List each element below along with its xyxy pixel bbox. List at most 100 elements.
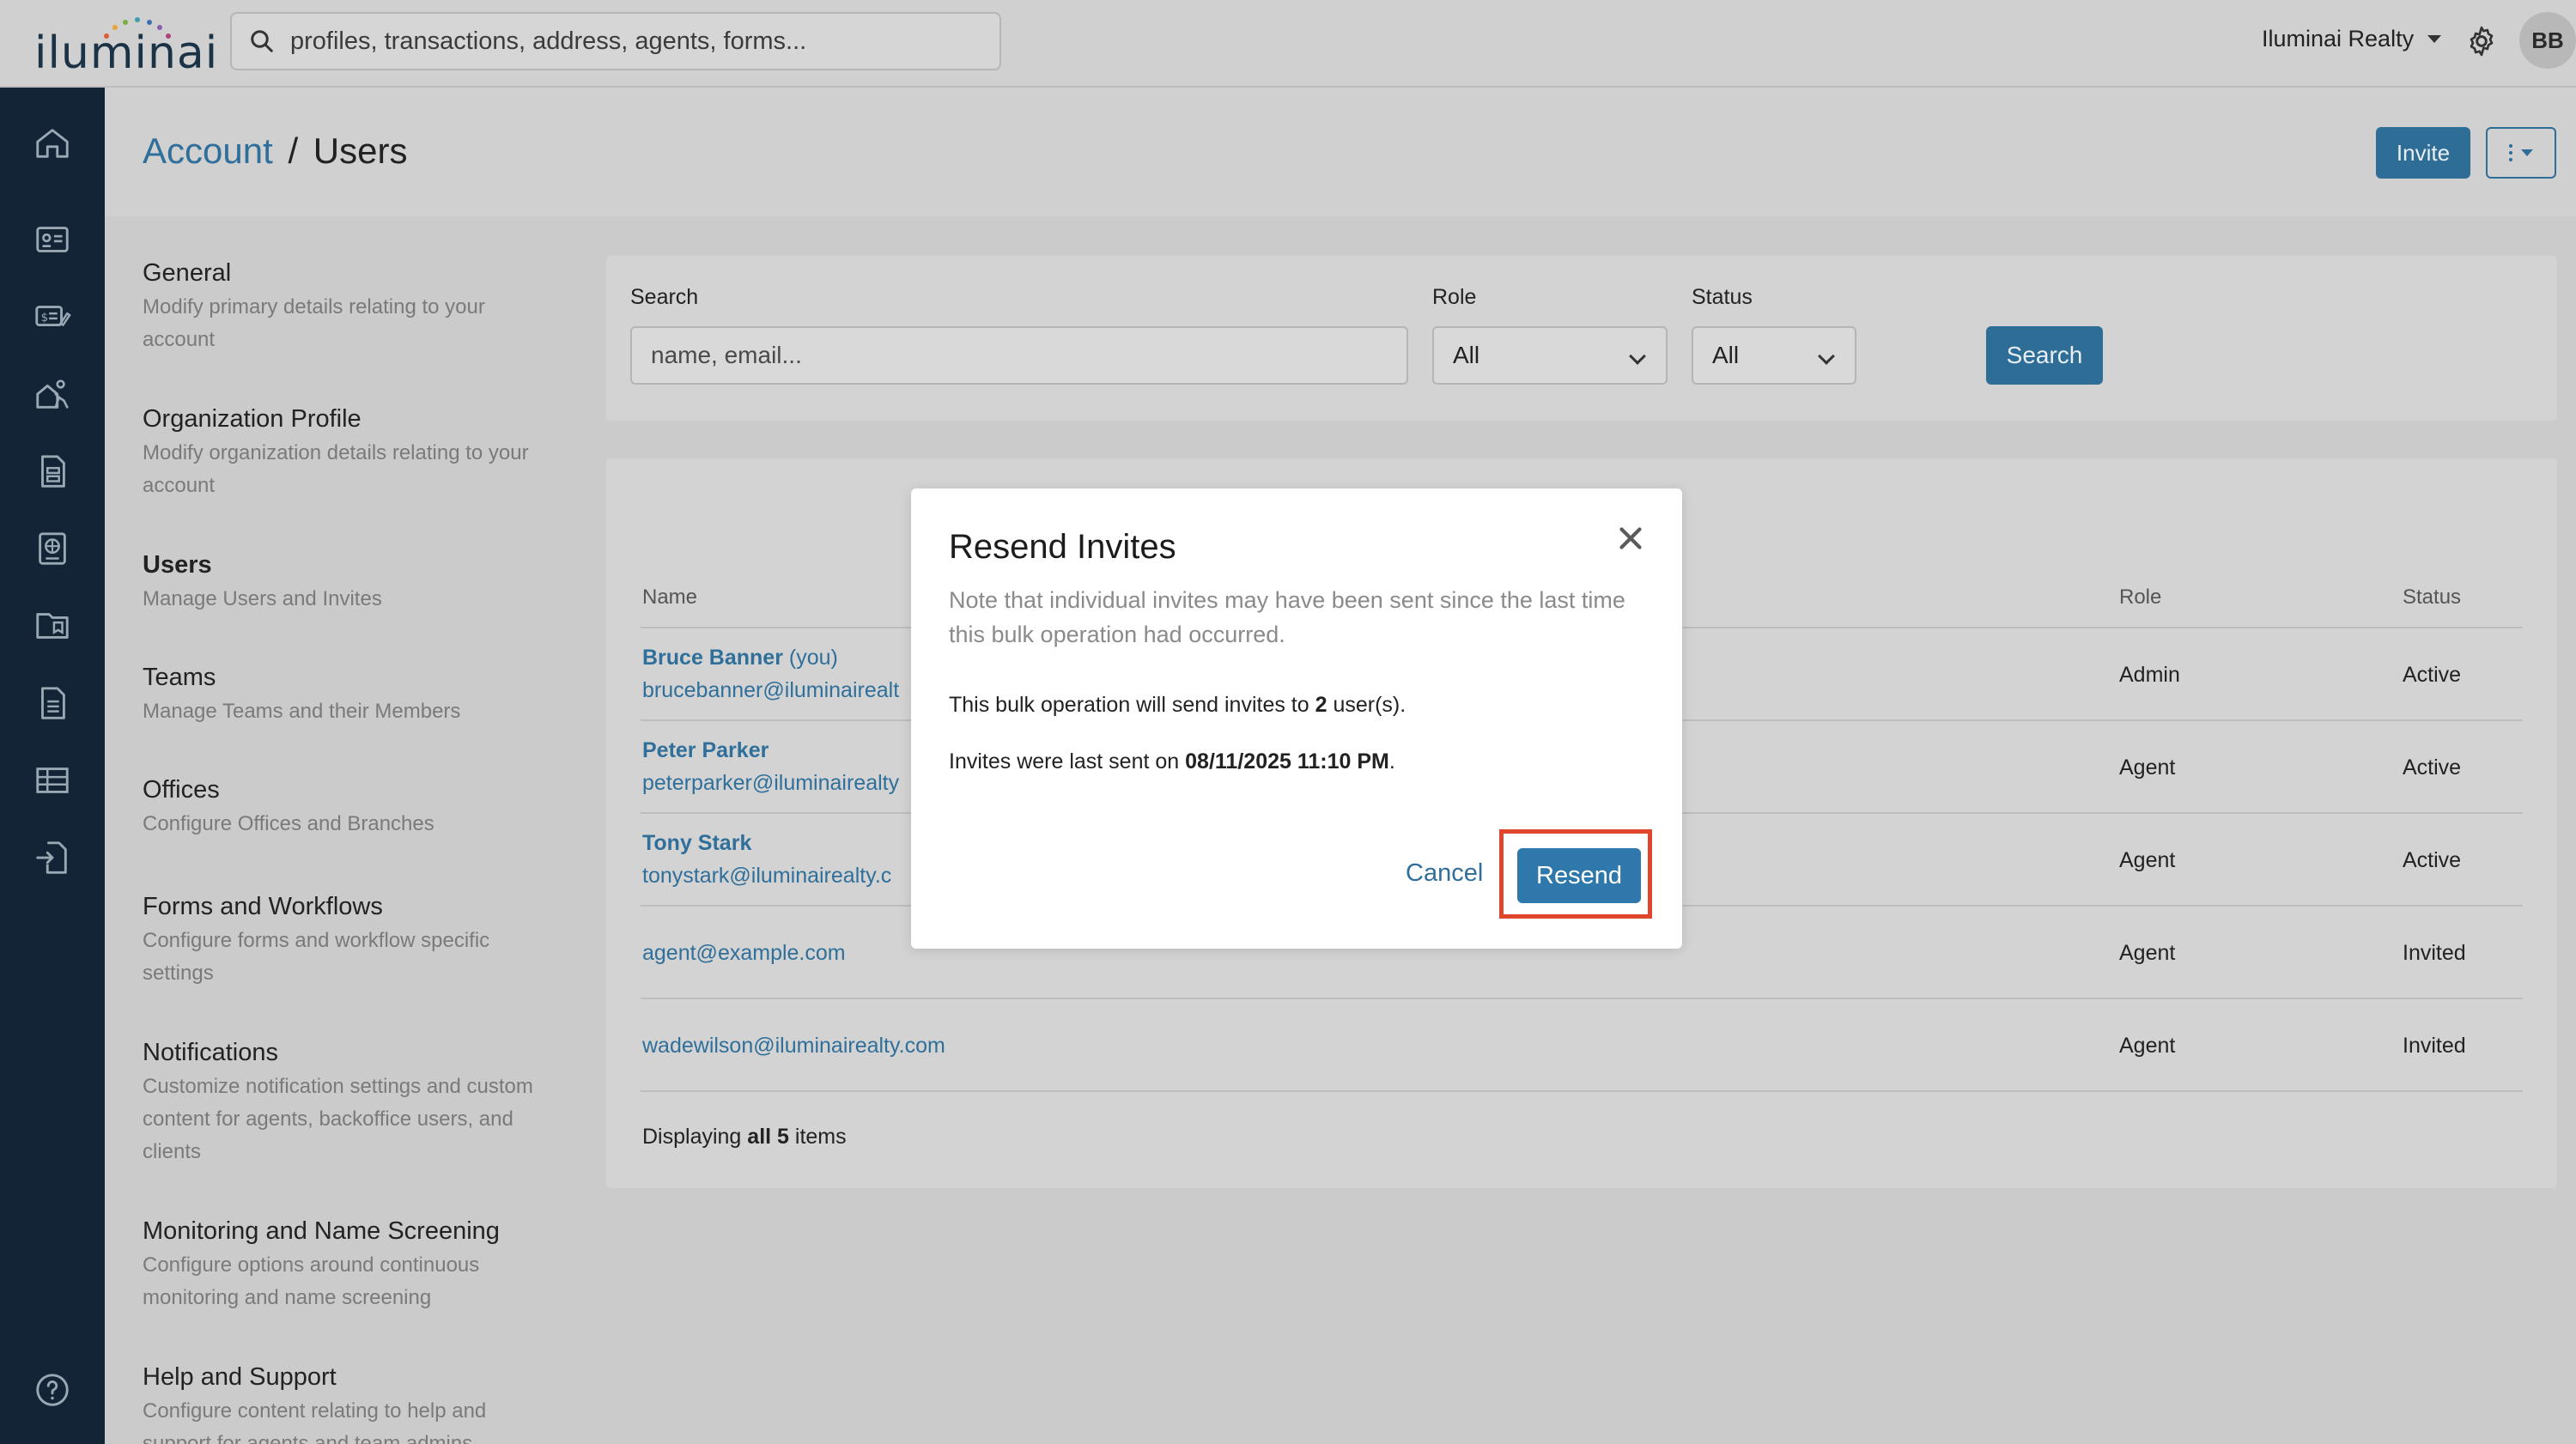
item-count-suffix: items [794, 1125, 847, 1149]
settings-nav-general[interactable]: General Modify primary details relating … [143, 259, 641, 356]
status-select[interactable]: All [1692, 326, 1856, 385]
resend-invites-modal: Resend Invites Note that individual invi… [911, 488, 1682, 949]
modal-invite-count: 2 [1315, 693, 1327, 717]
column-header-name[interactable]: Name [642, 585, 697, 610]
modal-last-sent-text: Invites were last sent on 08/11/2025 11:… [949, 749, 1395, 774]
user-search-placeholder: name, email... [651, 342, 802, 368]
left-nav-rail: $ [0, 88, 105, 1444]
nav-forms[interactable] [33, 452, 72, 491]
settings-nav-desc: Manage Teams and their Members [143, 700, 461, 723]
user-avatar[interactable]: BB [2519, 12, 2576, 69]
item-count: Displaying all 5 items [642, 1125, 847, 1150]
nav-home[interactable] [33, 124, 72, 163]
settings-nav-title: Forms and Workflows [143, 893, 383, 920]
breadcrumb: Account / Users [143, 130, 407, 172]
user-name: Tony Stark [642, 831, 752, 855]
status-select-value: All [1712, 342, 1740, 368]
nav-library[interactable] [33, 606, 72, 646]
column-header-role[interactable]: Role [2119, 585, 2161, 610]
settings-nav-desc: Manage Users and Invites [143, 587, 382, 610]
user-name-link[interactable]: Peter Parker [642, 738, 769, 763]
contact-card-icon [36, 227, 69, 252]
nav-documents[interactable] [33, 683, 72, 723]
user-email-link[interactable]: peterparker@iluminairealty [642, 771, 908, 796]
user-status: Active [2403, 755, 2462, 780]
role-label: Role [1432, 285, 1477, 309]
caret-down-icon [2521, 149, 2533, 156]
user-email-link[interactable]: wadewilson@iluminairealty.com [642, 1034, 1157, 1059]
modal-p2-suffix: . [1388, 749, 1395, 774]
breadcrumb-account-link[interactable]: Account [143, 130, 273, 171]
resend-button[interactable]: Resend [1517, 848, 1641, 903]
settings-nav-desc: Configure Offices and Branches [143, 812, 434, 835]
search-button[interactable]: Search [1986, 326, 2103, 385]
modal-invite-count-text: This bulk operation will send invites to… [949, 693, 1406, 718]
settings-nav-monitoring[interactable]: Monitoring and Name Screening Configure … [143, 1217, 641, 1314]
user-name: Peter Parker [642, 738, 769, 762]
nav-help[interactable] [33, 1370, 72, 1410]
column-header-status[interactable]: Status [2403, 585, 2461, 610]
settings-nav-title: Help and Support [143, 1363, 337, 1391]
search-label: Search [630, 285, 699, 309]
user-filter-card: Search name, email... Role All Status Al… [606, 256, 2557, 421]
nav-listings[interactable] [33, 529, 72, 568]
user-role: Agent [2119, 848, 2176, 872]
search-icon [251, 30, 273, 52]
settings-nav-users[interactable]: Users Manage Users and Invites [143, 551, 641, 616]
org-name: Iluminai Realty [2262, 26, 2415, 52]
settings-nav-desc: Configure options around continuous moni… [143, 1253, 480, 1309]
nav-reports[interactable] [33, 761, 72, 800]
nav-import[interactable] [33, 838, 72, 877]
nav-contacts[interactable] [33, 220, 72, 259]
nav-agents[interactable] [33, 374, 72, 414]
user-email-link[interactable]: brucebanner@iluminairealt [642, 678, 908, 703]
caret-down-icon [2427, 35, 2442, 43]
status-label: Status [1692, 285, 1753, 309]
settings-nav-title: Organization Profile [143, 405, 361, 433]
settings-nav-title: Teams [143, 664, 216, 691]
close-icon[interactable] [1615, 523, 1646, 554]
invite-button[interactable]: Invite [2376, 127, 2470, 179]
settings-nav-organization-profile[interactable]: Organization Profile Modify organization… [143, 405, 641, 502]
breadcrumb-separator: / [288, 130, 299, 171]
more-actions-button[interactable] [2486, 127, 2556, 179]
item-count-bold: all 5 [747, 1125, 789, 1149]
import-icon [36, 841, 67, 874]
settings-nav-title: Users [143, 551, 212, 579]
user-name-link[interactable]: Tony Stark [642, 831, 751, 856]
settings-nav-title: Offices [143, 776, 220, 804]
settings-nav-teams[interactable]: Teams Manage Teams and their Members [143, 664, 641, 728]
kebab-icon [2509, 144, 2512, 161]
global-search-input[interactable]: profiles, transactions, address, agents,… [230, 12, 1001, 70]
settings-nav-offices[interactable]: Offices Configure Offices and Branches [143, 776, 641, 840]
modal-last-sent-date: 08/11/2025 11:10 PM [1185, 749, 1389, 774]
you-badge: (you) [788, 646, 838, 670]
user-email-link[interactable]: tonystark@iluminairealty.c [642, 864, 908, 889]
agents-icon [36, 379, 69, 409]
settings-nav-help-and-support[interactable]: Help and Support Configure content relat… [143, 1363, 641, 1444]
modal-p2-prefix: Invites were last sent on [949, 749, 1180, 774]
user-status: Invited [2403, 941, 2466, 965]
user-search-input[interactable]: name, email... [630, 326, 1408, 385]
cancel-button[interactable]: Cancel [1406, 859, 1483, 888]
role-select[interactable]: All [1432, 326, 1668, 385]
org-switcher[interactable]: Iluminai Realty [2262, 26, 2442, 52]
nav-transactions[interactable]: $ [33, 297, 72, 337]
settings-nav-desc: Configure forms and workflow specific se… [143, 929, 490, 985]
folder-icon [36, 613, 69, 639]
iluminai-logo[interactable]: iluminai [34, 15, 217, 79]
forms-icon [41, 455, 65, 488]
user-role: Admin [2119, 663, 2180, 687]
globe-doc-icon [39, 532, 66, 565]
item-count-prefix: Displaying [642, 1125, 742, 1149]
user-role: Agent [2119, 755, 2176, 780]
settings-nav-forms-and-workflows[interactable]: Forms and Workflows Configure forms and … [143, 893, 641, 990]
row-divider [641, 1090, 2523, 1092]
user-status: Active [2403, 663, 2462, 687]
user-name-link[interactable]: Bruce Banner (you) [642, 646, 838, 670]
chevron-down-icon [1818, 348, 1835, 365]
gear-icon[interactable] [2464, 24, 2499, 58]
settings-nav-title: General [143, 259, 232, 287]
settings-nav-notifications[interactable]: Notifications Customize notification set… [143, 1039, 641, 1168]
settings-nav-title: Monitoring and Name Screening [143, 1217, 500, 1245]
